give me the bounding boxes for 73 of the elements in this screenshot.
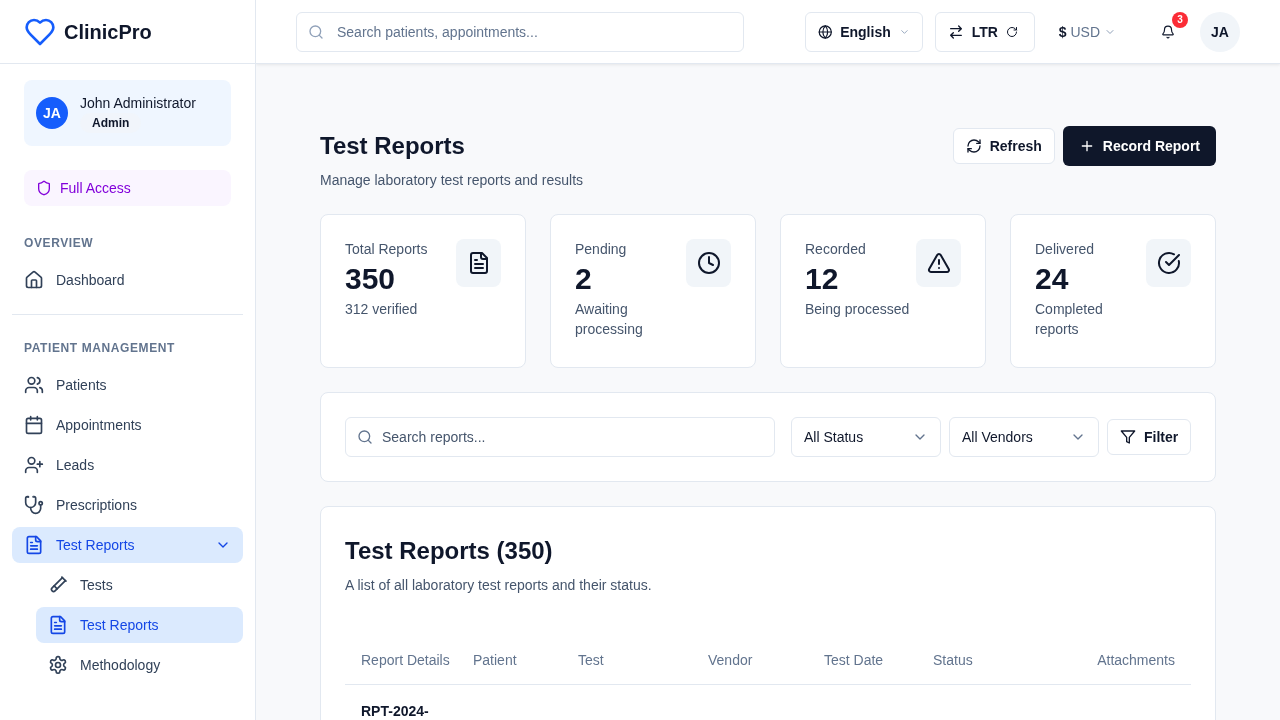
shield-icon bbox=[36, 180, 52, 196]
column-header: Vendor bbox=[708, 650, 754, 670]
stat-label: Recorded bbox=[805, 240, 867, 259]
document-icon bbox=[24, 535, 44, 555]
currency-select[interactable]: $ USD bbox=[1058, 11, 1116, 52]
column-header: Test bbox=[578, 650, 605, 670]
stat-value: 2 bbox=[575, 261, 593, 297]
table-subtitle: A list of all laboratory test reports and their status. bbox=[345, 576, 653, 595]
direction-toggle[interactable]: LTR bbox=[934, 11, 1035, 52]
gear-icon bbox=[48, 655, 68, 675]
filter-button[interactable]: Filter bbox=[1107, 419, 1192, 455]
role-badge: Admin bbox=[80, 113, 142, 133]
stat-value: 350 bbox=[345, 261, 397, 297]
document-icon bbox=[48, 615, 68, 635]
refresh-icon bbox=[965, 138, 982, 154]
funnel-icon bbox=[1120, 429, 1136, 445]
record-report-button[interactable]: Record Report bbox=[1062, 126, 1216, 166]
refresh-button[interactable]: Refresh bbox=[952, 128, 1055, 164]
notification-count: 3 bbox=[1172, 11, 1188, 28]
nav-item[interactable]: Test Reports bbox=[12, 527, 243, 563]
stat-label: Total Reports bbox=[345, 240, 429, 259]
nav-subitem[interactable]: Test Reports bbox=[36, 607, 243, 643]
nav-item[interactable]: Appointments bbox=[12, 407, 243, 443]
warning-icon bbox=[926, 251, 951, 275]
column-header: Report Details bbox=[360, 650, 451, 670]
column-header: Status bbox=[933, 650, 974, 670]
nav-subitem[interactable]: Tests bbox=[36, 567, 243, 603]
stat-value: 12 bbox=[805, 261, 840, 297]
stat-note: Being processed bbox=[805, 300, 911, 319]
vendor-select[interactable]: All Vendors bbox=[949, 417, 1099, 457]
language-select[interactable]: English bbox=[804, 11, 923, 52]
nav-item[interactable]: Prescriptions bbox=[12, 487, 243, 523]
globe-icon bbox=[817, 23, 833, 40]
stat-note: Completed reports bbox=[1035, 300, 1104, 339]
section-heading: PATIENT MANAGEMENT bbox=[24, 341, 175, 355]
search-icon bbox=[308, 23, 324, 40]
stat-note: Awaiting processing bbox=[575, 300, 644, 339]
page-title: Test Reports bbox=[320, 131, 466, 161]
nav-item[interactable]: Patients bbox=[12, 367, 243, 403]
swap-icon bbox=[947, 23, 964, 40]
nav-item[interactable]: Leads bbox=[12, 447, 243, 483]
nav-subitem[interactable]: Methodology bbox=[36, 647, 243, 683]
app-logo-text: ClinicPro bbox=[64, 19, 152, 45]
column-header: Attachments bbox=[1096, 650, 1176, 670]
clock-icon bbox=[696, 251, 721, 275]
stat-note: 312 verified bbox=[345, 300, 419, 319]
stat-label: Pending bbox=[575, 240, 628, 259]
check-circle-icon bbox=[1156, 251, 1181, 275]
home-icon bbox=[24, 270, 44, 290]
users-icon bbox=[24, 375, 44, 395]
stat-value: 24 bbox=[1035, 261, 1070, 297]
user-avatar[interactable]: JA bbox=[1200, 11, 1240, 52]
stat-label: Delivered bbox=[1035, 240, 1096, 259]
search-field[interactable]: Search patients, appointments... bbox=[296, 11, 744, 52]
user-name: John Administrator bbox=[80, 94, 196, 113]
rotate-icon bbox=[1005, 25, 1018, 38]
user-avatar: JA bbox=[36, 97, 68, 129]
report-search-field[interactable]: Search reports... bbox=[345, 417, 775, 457]
test-tube-icon bbox=[48, 575, 68, 595]
search-icon bbox=[357, 429, 373, 445]
access-label: Full Access bbox=[60, 179, 131, 198]
bell-icon bbox=[1161, 24, 1175, 39]
page-subtitle: Manage laboratory test reports and results bbox=[320, 171, 584, 190]
stethoscope-icon bbox=[24, 495, 44, 515]
table-title: Test Reports (350) bbox=[345, 536, 554, 566]
nav-item[interactable]: Dashboard bbox=[12, 262, 243, 298]
calendar-icon bbox=[24, 415, 44, 435]
table-cell: RPT-2024- bbox=[361, 703, 429, 719]
section-heading: OVERVIEW bbox=[24, 236, 94, 250]
column-header: Test Date bbox=[824, 650, 885, 670]
status-select[interactable]: All Status bbox=[791, 417, 941, 457]
column-header: Patient bbox=[473, 650, 518, 670]
user-plus-icon bbox=[24, 455, 44, 475]
